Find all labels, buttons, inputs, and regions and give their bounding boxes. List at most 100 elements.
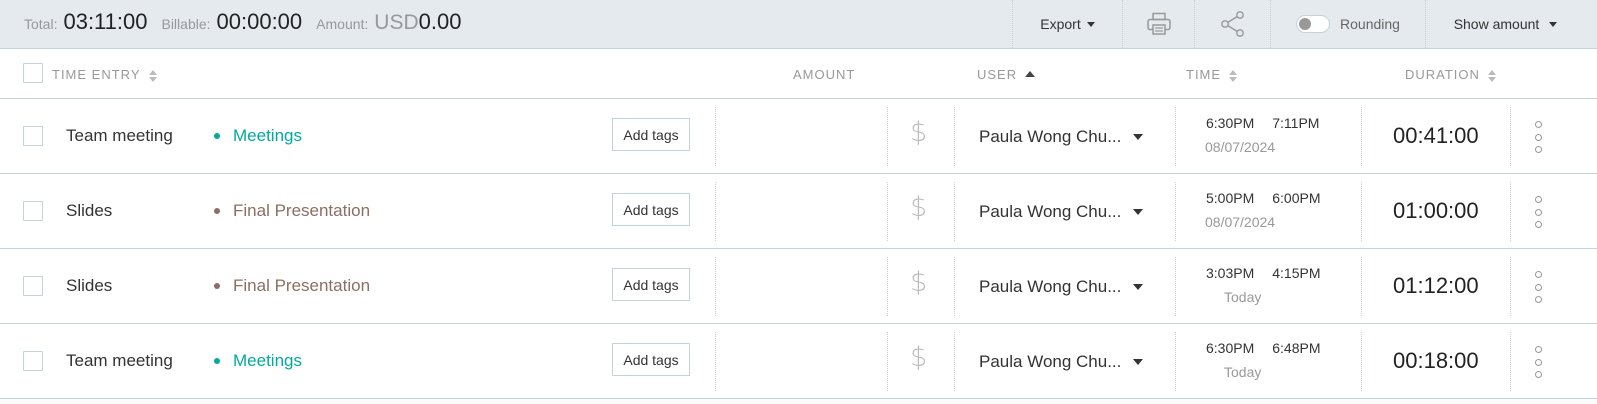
more-options-icon[interactable] bbox=[1532, 121, 1544, 153]
dollar-icon[interactable]: $ bbox=[910, 117, 927, 148]
add-tags-button[interactable]: Add tags bbox=[612, 343, 690, 376]
column-duration-label: DURATION bbox=[1405, 67, 1480, 82]
project-label: Final Presentation bbox=[233, 276, 371, 295]
print-button[interactable] bbox=[1122, 0, 1194, 48]
end-time: 6:00PM bbox=[1272, 190, 1321, 206]
table-header: TIME ENTRY AMOUNT USER TIME DURATION bbox=[0, 49, 1597, 99]
show-amount-dropdown[interactable]: Show amount bbox=[1425, 0, 1585, 48]
amount-label: Amount: bbox=[316, 16, 369, 32]
dollar-icon[interactable]: $ bbox=[910, 192, 927, 223]
end-time: 4:15PM bbox=[1272, 265, 1321, 281]
show-amount-label: Show amount bbox=[1453, 16, 1540, 32]
divider bbox=[1510, 182, 1511, 241]
divider bbox=[954, 332, 955, 391]
dollar-icon[interactable]: $ bbox=[910, 342, 927, 373]
total-label: Total: bbox=[24, 16, 58, 32]
row-checkbox[interactable] bbox=[23, 351, 43, 371]
more-options-icon[interactable] bbox=[1532, 346, 1544, 378]
user-name: Paula Wong Chu... bbox=[979, 202, 1122, 221]
time-range[interactable]: 5:00PM 6:00PM bbox=[1206, 190, 1321, 206]
entry-project[interactable]: Final Presentation bbox=[214, 201, 370, 221]
divider bbox=[1175, 332, 1176, 391]
add-tags-button[interactable]: Add tags bbox=[612, 193, 690, 226]
user-select[interactable]: Paula Wong Chu... bbox=[979, 352, 1144, 372]
row-checkbox[interactable] bbox=[23, 276, 43, 296]
column-duration[interactable]: DURATION bbox=[1405, 67, 1496, 82]
export-button[interactable]: Export bbox=[1012, 0, 1122, 48]
table-row: Slides Final Presentation Add tags $ Pau… bbox=[0, 174, 1597, 249]
user-name: Paula Wong Chu... bbox=[979, 277, 1122, 296]
chevron-down-icon bbox=[1133, 209, 1144, 215]
share-icon bbox=[1220, 11, 1244, 37]
more-options-icon[interactable] bbox=[1532, 196, 1544, 228]
entry-duration[interactable]: 01:12:00 bbox=[1393, 273, 1479, 299]
start-time: 3:03PM bbox=[1206, 265, 1255, 281]
entry-description[interactable]: Slides bbox=[66, 276, 112, 296]
time-range[interactable]: 6:30PM 6:48PM bbox=[1206, 340, 1321, 356]
entry-project[interactable]: Meetings bbox=[214, 351, 302, 371]
time-range[interactable]: 3:03PM 4:15PM bbox=[1206, 265, 1321, 281]
user-name: Paula Wong Chu... bbox=[979, 127, 1122, 146]
entry-description[interactable]: Team meeting bbox=[66, 126, 173, 146]
chevron-down-icon bbox=[1133, 134, 1144, 140]
divider bbox=[715, 107, 716, 166]
user-select[interactable]: Paula Wong Chu... bbox=[979, 202, 1144, 222]
user-select[interactable]: Paula Wong Chu... bbox=[979, 127, 1144, 147]
divider bbox=[1361, 107, 1362, 166]
column-time-entry[interactable]: TIME ENTRY bbox=[52, 67, 157, 82]
more-options-icon[interactable] bbox=[1532, 271, 1544, 303]
start-time: 6:30PM bbox=[1206, 115, 1255, 131]
share-button[interactable] bbox=[1194, 0, 1270, 48]
summary-bar: Total: 03:11:00 Billable: 00:00:00 Amoun… bbox=[0, 0, 1597, 49]
entry-date[interactable]: 08/07/2024 bbox=[1205, 139, 1275, 155]
table-row: Slides Final Presentation Add tags $ Pau… bbox=[0, 249, 1597, 324]
divider bbox=[715, 182, 716, 241]
divider bbox=[1510, 332, 1511, 391]
divider bbox=[1175, 182, 1176, 241]
divider bbox=[715, 332, 716, 391]
project-dot-icon bbox=[214, 208, 220, 214]
add-tags-button[interactable]: Add tags bbox=[612, 118, 690, 151]
entry-project[interactable]: Meetings bbox=[214, 126, 302, 146]
divider bbox=[954, 107, 955, 166]
billable-label: Billable: bbox=[161, 16, 211, 32]
divider bbox=[715, 257, 716, 316]
divider bbox=[1361, 332, 1362, 391]
dollar-icon[interactable]: $ bbox=[910, 267, 927, 298]
rounding-label: Rounding bbox=[1340, 16, 1400, 32]
add-tags-button[interactable]: Add tags bbox=[612, 268, 690, 301]
rounding-toggle[interactable]: Rounding bbox=[1270, 0, 1425, 48]
divider bbox=[1175, 257, 1176, 316]
entry-date[interactable]: Today bbox=[1224, 364, 1261, 380]
project-dot-icon bbox=[214, 133, 220, 139]
user-name: Paula Wong Chu... bbox=[979, 352, 1122, 371]
time-range[interactable]: 6:30PM 7:11PM bbox=[1206, 115, 1319, 131]
project-dot-icon bbox=[214, 358, 220, 364]
start-time: 6:30PM bbox=[1206, 340, 1255, 356]
entry-date[interactable]: Today bbox=[1224, 289, 1261, 305]
entry-duration[interactable]: 00:18:00 bbox=[1393, 348, 1479, 374]
billable-value: 00:00:00 bbox=[216, 9, 303, 34]
row-checkbox[interactable] bbox=[23, 126, 43, 146]
entry-description[interactable]: Slides bbox=[66, 201, 112, 221]
project-label: Meetings bbox=[233, 126, 302, 145]
entry-description[interactable]: Team meeting bbox=[66, 351, 173, 371]
total-value: 03:11:00 bbox=[63, 9, 148, 34]
entry-duration[interactable]: 01:00:00 bbox=[1393, 198, 1479, 224]
user-select[interactable]: Paula Wong Chu... bbox=[979, 277, 1144, 297]
column-time[interactable]: TIME bbox=[1186, 67, 1238, 82]
chevron-down-icon bbox=[1133, 359, 1144, 365]
entry-date[interactable]: 08/07/2024 bbox=[1205, 214, 1275, 230]
entry-project[interactable]: Final Presentation bbox=[214, 276, 370, 296]
table-row: Team meeting Meetings Add tags $ Paula W… bbox=[0, 99, 1597, 174]
end-time: 7:11PM bbox=[1272, 115, 1320, 131]
select-all-checkbox[interactable] bbox=[23, 63, 43, 83]
column-user[interactable]: USER bbox=[977, 67, 1036, 82]
rounding-switch[interactable] bbox=[1296, 15, 1331, 33]
divider bbox=[887, 182, 888, 241]
end-time: 6:48PM bbox=[1272, 340, 1321, 356]
entry-duration[interactable]: 00:41:00 bbox=[1393, 123, 1479, 149]
divider bbox=[887, 107, 888, 166]
row-checkbox[interactable] bbox=[23, 201, 43, 221]
divider bbox=[1361, 182, 1362, 241]
